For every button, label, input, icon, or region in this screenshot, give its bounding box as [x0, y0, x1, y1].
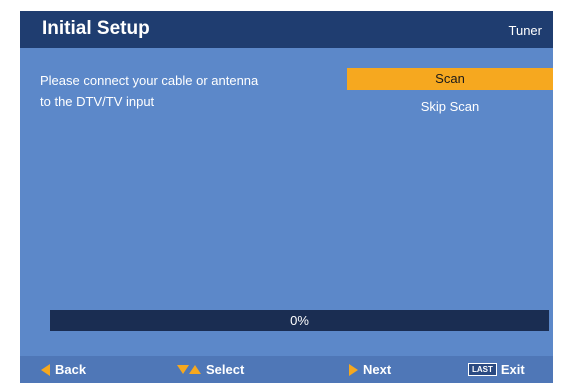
header-bar: Initial Setup Tuner	[20, 11, 553, 48]
back-label: Back	[55, 362, 87, 377]
last-key-icon: LAST	[468, 363, 497, 376]
triangle-up-icon	[189, 365, 201, 374]
progress-label: 0%	[290, 313, 309, 328]
progress-bar: 0%	[50, 310, 549, 331]
footer-bar: Back Select Next LAST Exit	[20, 356, 553, 383]
exit-label: Exit	[500, 362, 525, 377]
exit-button[interactable]: LAST Exit	[468, 356, 525, 383]
next-button[interactable]: Next	[349, 356, 391, 383]
next-label: Next	[363, 362, 392, 377]
page-title: Initial Setup	[42, 18, 150, 39]
select-label: Select	[206, 362, 245, 377]
scan-menu: Scan Skip Scan	[347, 68, 553, 124]
scan-button[interactable]: Scan	[347, 68, 553, 90]
triangle-left-icon	[41, 363, 50, 376]
triangle-down-icon	[177, 365, 189, 374]
setup-screen: Initial Setup Tuner Please connect your …	[20, 11, 553, 383]
triangle-right-icon	[349, 363, 358, 376]
skip-scan-button[interactable]: Skip Scan	[347, 96, 553, 118]
section-label: Tuner	[508, 23, 542, 38]
instruction-text: Please connect your cable or antenna to …	[40, 73, 259, 109]
back-button[interactable]: Back	[41, 356, 86, 383]
select-button[interactable]: Select	[177, 356, 244, 383]
